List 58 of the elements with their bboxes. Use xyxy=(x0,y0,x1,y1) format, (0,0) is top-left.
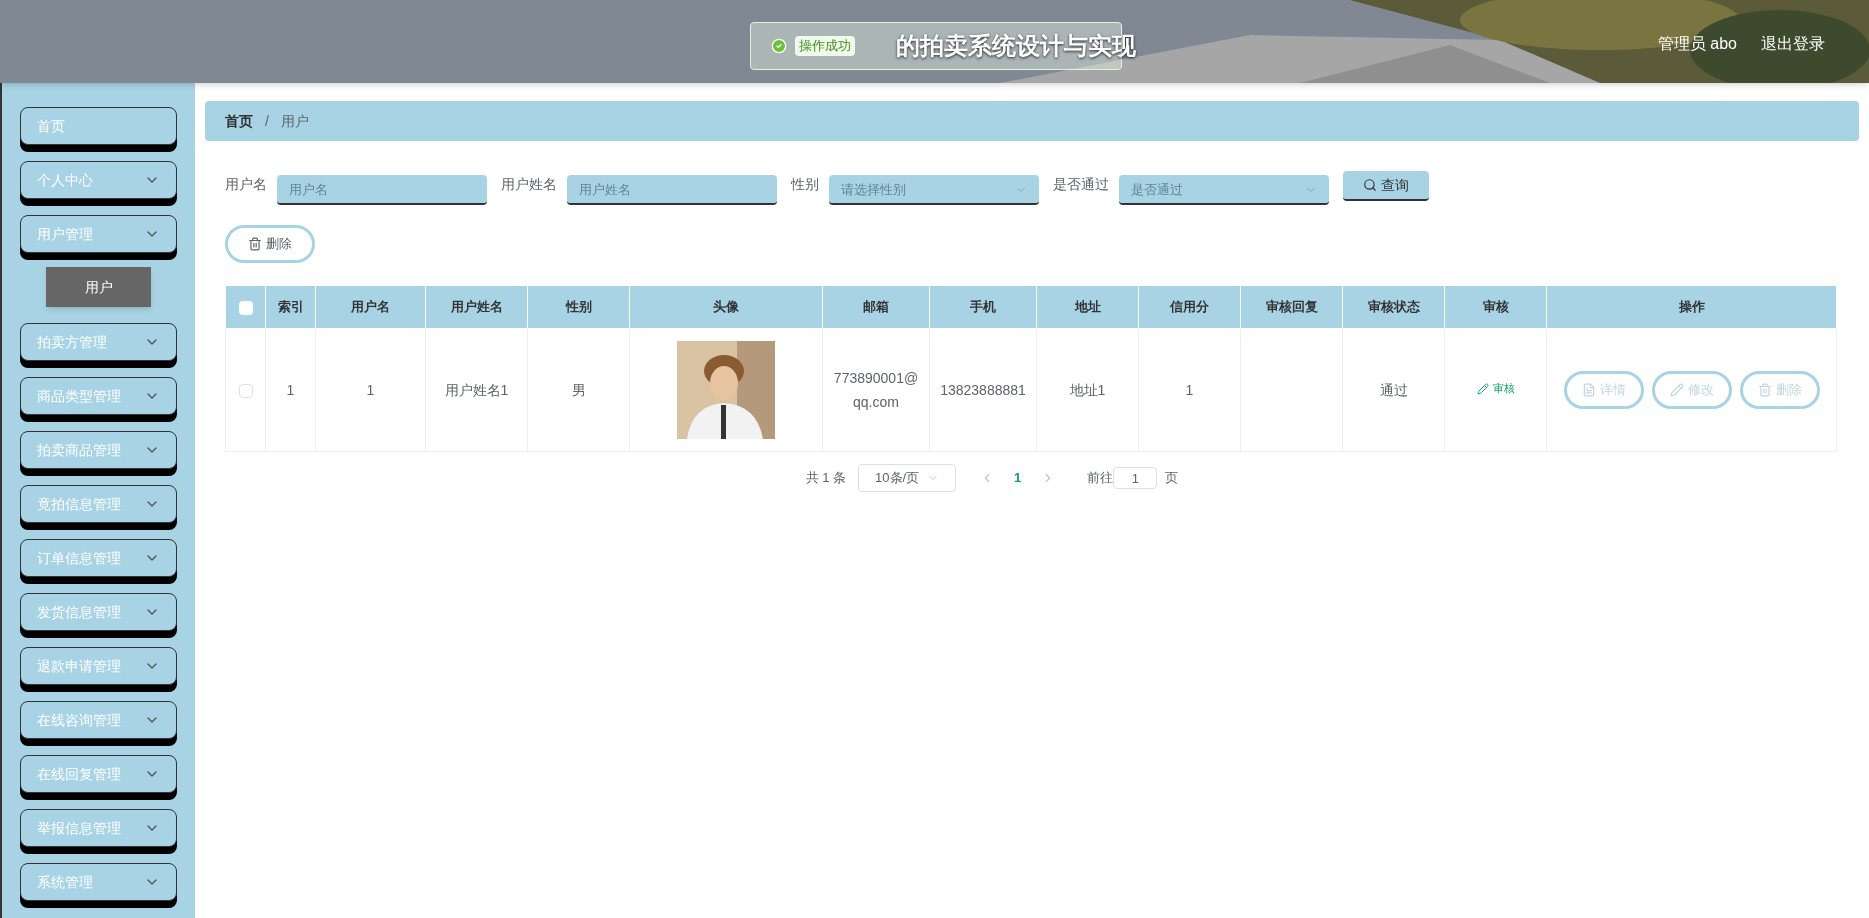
table-cell: 地址1 xyxy=(1036,328,1139,452)
pencil-icon xyxy=(1669,383,1684,397)
action-button[interactable]: 详情 xyxy=(1563,371,1644,409)
select-field[interactable]: 请选择性别 xyxy=(829,175,1039,205)
table-cell: 1 xyxy=(1138,328,1241,452)
filter-label: 性别 xyxy=(791,174,819,194)
trash-icon xyxy=(1757,383,1772,397)
page-size-select[interactable]: 10条/页 xyxy=(858,464,957,492)
input-field[interactable]: 用户姓名 xyxy=(567,175,777,205)
total-count: 共 1 条 xyxy=(805,469,847,488)
page-number[interactable]: 1 xyxy=(1006,468,1030,488)
table-cell: 1 xyxy=(315,328,426,452)
breadcrumb-item[interactable]: 首页 xyxy=(225,110,253,132)
action-button[interactable]: 删除 xyxy=(1739,371,1820,409)
column-header: 邮箱 xyxy=(822,285,930,329)
column-header: 用户姓名 xyxy=(425,285,528,329)
breadcrumb-separator: / xyxy=(265,111,269,131)
input-field[interactable]: 用户名 xyxy=(277,175,487,205)
column-header: 用户名 xyxy=(315,285,426,329)
table-cell: 用户姓名1 xyxy=(425,328,528,452)
table-cell: 1 xyxy=(265,328,316,452)
admin-name: 管理员 abo xyxy=(1657,34,1737,54)
filter-label: 用户姓名 xyxy=(501,174,557,194)
column-header: 审核 xyxy=(1444,285,1547,329)
column-header: 操作 xyxy=(1546,285,1837,329)
pencil-icon xyxy=(1476,382,1489,395)
delete-button[interactable]: 删除 xyxy=(225,225,315,263)
column-header: 审核状态 xyxy=(1342,285,1445,329)
search-button[interactable]: 查询 xyxy=(1343,171,1429,201)
select-field[interactable]: 是否通过 xyxy=(1119,175,1329,205)
success-icon xyxy=(771,38,787,54)
column-header: 索引 xyxy=(265,285,316,329)
page-suffix: 页 xyxy=(1165,469,1179,488)
table-cell-text: 13823888881 xyxy=(939,381,1027,400)
table-cell-text: 773890001@qq.com xyxy=(832,369,920,412)
table-cell: 男 xyxy=(527,328,630,452)
search-icon xyxy=(1363,178,1377,192)
goto-label: 前往 xyxy=(1087,469,1114,488)
select-all-checkbox[interactable] xyxy=(238,300,253,315)
column-header: 信用分 xyxy=(1138,285,1241,329)
submenu-item[interactable]: 用户 xyxy=(46,267,151,307)
table-cell: 通过 xyxy=(1342,328,1445,452)
filter-label: 是否通过 xyxy=(1053,174,1109,194)
row-checkbox[interactable] xyxy=(238,383,253,398)
audit-link[interactable]: 审核 xyxy=(1476,380,1515,397)
column-header: 头像 xyxy=(629,285,823,329)
toast-message: 操作成功 xyxy=(795,36,855,56)
document-icon xyxy=(1581,383,1596,397)
goto-page-field[interactable]: 1 xyxy=(1113,467,1158,489)
column-header: 地址 xyxy=(1036,285,1139,329)
trash-icon xyxy=(248,237,262,251)
column-header: 审核回复 xyxy=(1240,285,1343,329)
breadcrumb-item: 用户 xyxy=(280,111,309,131)
action-button[interactable]: 修改 xyxy=(1651,371,1732,409)
filter-label: 用户名 xyxy=(225,174,267,194)
logout-link[interactable]: 退出登录 xyxy=(1761,32,1825,56)
column-header: 手机 xyxy=(929,285,1037,329)
column-header: 性别 xyxy=(527,285,630,329)
